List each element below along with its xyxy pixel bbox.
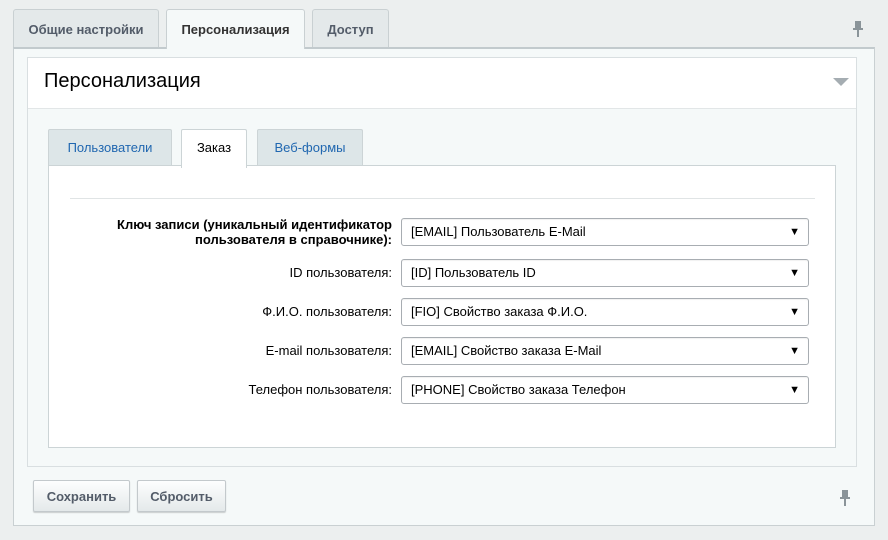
record-key-select[interactable]: [EMAIL] Пользователь E-Mail ▼ [401,218,809,246]
divider [70,198,815,199]
user-fio-select[interactable]: [FIO] Свойство заказа Ф.И.О. ▼ [401,298,809,326]
record-key-label: Ключ записи (уникальный идентификатор по… [117,217,392,247]
dropdown-arrow-icon: ▼ [789,267,800,279]
chevron-down-icon[interactable] [832,76,850,88]
tab-order[interactable]: Заказ [181,129,247,168]
record-key-value: [EMAIL] Пользователь E-Mail [411,224,586,239]
order-tab-content: Ключ записи (уникальный идентификатор по… [48,165,836,448]
tab-web-forms[interactable]: Веб-формы [257,129,363,167]
user-email-value: [EMAIL] Свойство заказа E-Mail [411,343,602,358]
tab-general-settings[interactable]: Общие настройки [13,9,159,47]
user-email-select[interactable]: [EMAIL] Свойство заказа E-Mail ▼ [401,337,809,365]
user-id-label: ID пользователя: [289,265,392,280]
user-email-label: E-mail пользователя: [265,343,392,358]
reset-button[interactable]: Сбросить [137,480,226,512]
user-fio-value: [FIO] Свойство заказа Ф.И.О. [411,304,588,319]
tab-access[interactable]: Доступ [312,9,389,47]
tab-personalization[interactable]: Персонализация [166,9,305,49]
section-header: Персонализация [28,58,856,109]
user-id-value: [ID] Пользователь ID [411,265,536,280]
dropdown-arrow-icon: ▼ [789,345,800,357]
user-phone-label: Телефон пользователя: [248,382,392,397]
personalization-section: Персонализация Пользователи Заказ Веб-фо… [27,57,857,467]
tab-users[interactable]: Пользователи [48,129,172,167]
field-row-user-fio: Ф.И.О. пользователя: [FIO] Свойство зака… [49,298,835,326]
section-title: Персонализация [44,70,201,92]
dropdown-arrow-icon: ▼ [789,306,800,318]
settings-panel: Персонализация Пользователи Заказ Веб-фо… [13,47,875,526]
save-button[interactable]: Сохранить [33,480,130,512]
user-id-select[interactable]: [ID] Пользователь ID ▼ [401,259,809,287]
user-phone-value: [PHONE] Свойство заказа Телефон [411,382,626,397]
user-phone-select[interactable]: [PHONE] Свойство заказа Телефон ▼ [401,376,809,404]
pin-icon[interactable] [851,20,865,38]
field-row-user-id: ID пользователя: [ID] Пользователь ID ▼ [49,259,835,287]
user-fio-label: Ф.И.О. пользователя: [262,304,392,319]
dropdown-arrow-icon: ▼ [789,226,800,238]
pin-icon[interactable] [838,489,852,507]
field-row-user-phone: Телефон пользователя: [PHONE] Свойство з… [49,376,835,404]
dropdown-arrow-icon: ▼ [789,384,800,396]
field-row-record-key: Ключ записи (уникальный идентификатор по… [49,217,835,247]
field-row-user-email: E-mail пользователя: [EMAIL] Свойство за… [49,337,835,365]
